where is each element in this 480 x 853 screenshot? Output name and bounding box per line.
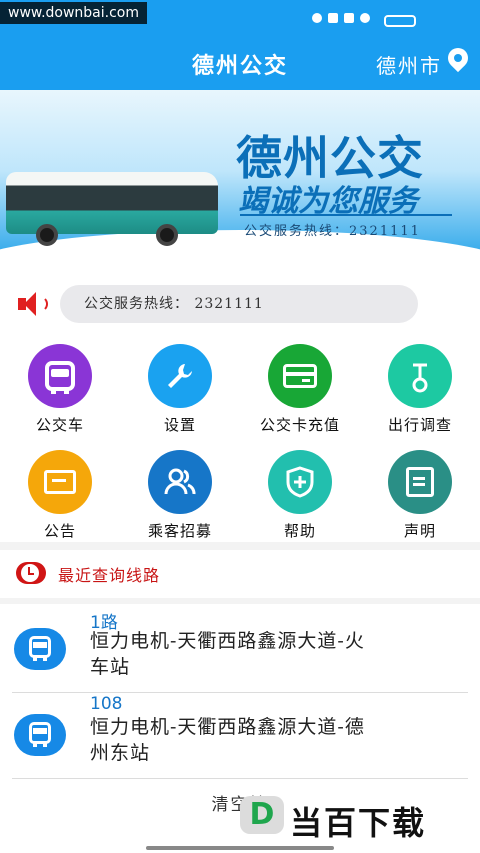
wifi-status-icon [360, 13, 370, 23]
recent-routes-title: 最近查询线路 [58, 566, 161, 585]
menu-settings[interactable]: 设置 [125, 344, 235, 435]
brand-logo: D [240, 796, 284, 834]
menu-label: 帮助 [283, 522, 316, 540]
menu-announcement[interactable]: 公告 [5, 450, 115, 541]
menu-card-recharge[interactable]: 公交卡充值 [245, 344, 355, 435]
route-divider [12, 778, 468, 779]
menu-statement[interactable]: 声明 [365, 450, 475, 541]
users-icon [148, 450, 212, 514]
route-name: 恒力电机-天衢西路鑫源大道-德州东站 [90, 716, 365, 764]
battery-icon [384, 15, 416, 27]
menu-label: 设置 [163, 416, 196, 434]
bicycle-icon [388, 344, 452, 408]
menu-passenger-recruit[interactable]: 乘客招募 [125, 450, 235, 541]
shield-plus-icon [268, 450, 332, 514]
home-indicator[interactable] [146, 846, 334, 850]
city-selector[interactable]: 德州市 [376, 50, 442, 79]
menu-label: 公告 [43, 522, 76, 540]
menu-label: 公交车 [35, 416, 84, 434]
menu-label: 乘客招募 [147, 522, 212, 540]
message-icon [28, 450, 92, 514]
menu-travel-survey[interactable]: 出行调查 [365, 344, 475, 435]
clock-icon [16, 562, 46, 584]
sim-status-icon [344, 13, 354, 23]
card-icon [268, 344, 332, 408]
bus-wheel-icon [156, 224, 178, 246]
bus-illustration [6, 172, 218, 234]
status-bar: www.downbai.com [0, 0, 480, 34]
bus-icon [28, 344, 92, 408]
notice-marquee[interactable]: 公交服务热线： 2321111 [60, 285, 418, 323]
route-item[interactable]: 1路 恒力电机-天衢西路鑫源大道-火车站 [0, 606, 480, 692]
menu-bus[interactable]: 公交车 [5, 344, 115, 435]
route-number: 108 [90, 694, 123, 714]
app-bar: 德州公交 德州市 [0, 34, 480, 90]
wrench-icon [148, 344, 212, 408]
document-edit-icon [388, 450, 452, 514]
location-status-icon [312, 13, 322, 23]
route-name: 恒力电机-天衢西路鑫源大道-火车站 [90, 630, 365, 678]
menu-label: 公交卡充值 [259, 416, 340, 434]
banner-hotline: 公交服务热线：2321111 [244, 224, 421, 239]
section-divider [0, 542, 480, 550]
bus-icon [14, 628, 66, 670]
speaker-icon [18, 292, 48, 316]
route-item[interactable]: 108 恒力电机-天衢西路鑫源大道-德州东站 [0, 694, 480, 780]
watermark-url: www.downbai.com [0, 2, 147, 24]
brand-watermark: 当百下载 [290, 804, 427, 842]
section-divider [0, 598, 480, 604]
menu-label: 声明 [403, 522, 436, 540]
bus-icon [14, 714, 66, 756]
bus-wheel-icon [36, 224, 58, 246]
menu-label: 出行调查 [387, 416, 452, 434]
vibrate-status-icon [328, 13, 338, 23]
status-icons [312, 13, 370, 23]
banner-divider [240, 214, 452, 216]
route-divider [12, 692, 468, 693]
menu-help[interactable]: 帮助 [245, 450, 355, 541]
